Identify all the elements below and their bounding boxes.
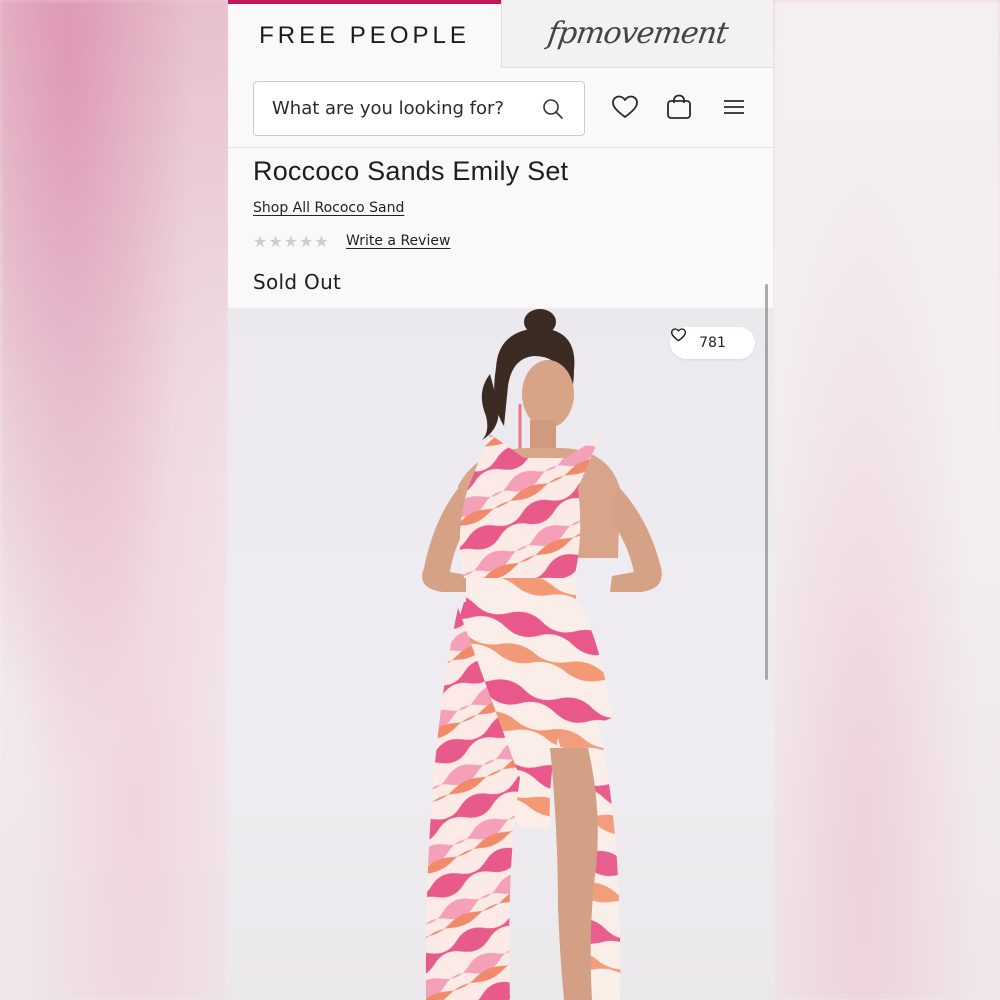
background-left [0, 0, 228, 1000]
site-header: What are you looking for? [228, 68, 773, 148]
shop-all-link[interactable]: Shop All Rococo Sand [253, 200, 404, 216]
wishlist-heart-icon[interactable] [611, 93, 639, 121]
background-right [773, 0, 1000, 1000]
model-illustration [422, 309, 662, 1000]
search-input[interactable]: What are you looking for? [253, 81, 585, 136]
star-rating: ★ ★ ★ ★ ★ [253, 233, 329, 250]
menu-icon[interactable] [720, 93, 748, 121]
star-icon: ★ [314, 232, 329, 251]
product-title: Roccoco Sands Emily Set [253, 156, 569, 186]
star-icon: ★ [268, 232, 283, 251]
star-icon: ★ [299, 232, 314, 251]
fp-movement-logo: fpmovement [545, 16, 730, 51]
stock-status: Sold Out [253, 270, 342, 294]
heart-icon [670, 328, 687, 342]
write-review-link[interactable]: Write a Review [346, 233, 450, 249]
likes-button[interactable]: 781 [670, 327, 755, 359]
shopping-bag-icon[interactable] [665, 93, 693, 121]
brand-tabs: FREE PEOPLE fpmovement [228, 0, 773, 68]
star-icon: ★ [283, 232, 299, 251]
search-icon[interactable] [540, 96, 566, 122]
star-icon: ★ [253, 232, 268, 251]
scrollbar[interactable] [765, 284, 768, 680]
tab-fp-movement[interactable]: fpmovement [501, 0, 773, 68]
mobile-screen: FREE PEOPLE fpmovement What are you look… [228, 0, 773, 1000]
free-people-logo: FREE PEOPLE [259, 22, 470, 49]
tab-free-people[interactable]: FREE PEOPLE [228, 0, 501, 68]
search-placeholder: What are you looking for? [272, 98, 504, 119]
product-image[interactable]: 781 [228, 308, 773, 1000]
likes-count: 781 [699, 335, 726, 351]
